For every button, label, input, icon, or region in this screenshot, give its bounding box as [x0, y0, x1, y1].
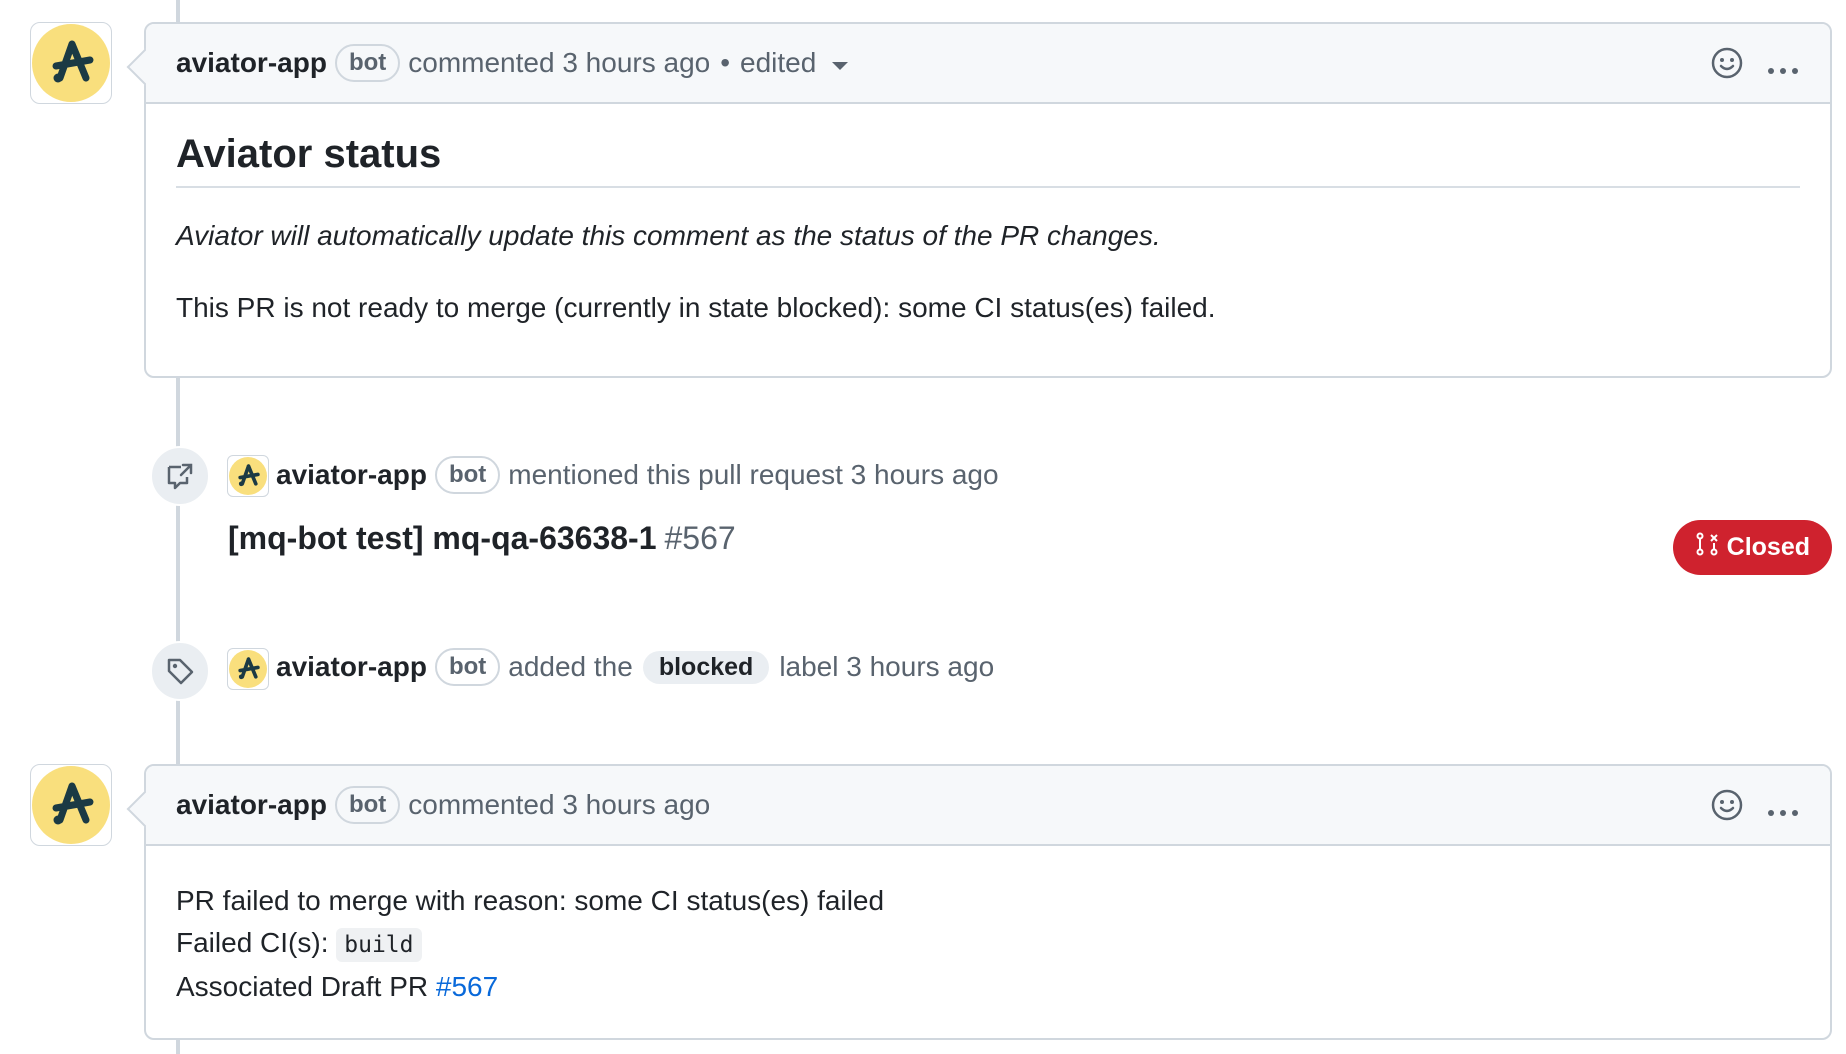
comment-card: aviator-app bot commented 3 hours ago • …	[144, 22, 1832, 378]
draft-pr-link[interactable]: #567	[436, 971, 498, 1002]
tag-icon	[150, 641, 210, 701]
ci-code: build	[336, 928, 422, 962]
bot-badge: bot	[334, 44, 401, 82]
comment-heading: Aviator status	[176, 134, 1800, 188]
comment-body: Aviator status Aviator will automaticall…	[146, 104, 1830, 356]
cross-reference-icon	[150, 446, 210, 506]
event-text-after: label 3 hours ago	[779, 651, 995, 682]
kebab-horizontal-icon[interactable]	[1766, 51, 1800, 83]
chevron-down-icon[interactable]	[832, 62, 849, 70]
comment-header: aviator-app bot commented 3 hours ago	[146, 766, 1830, 846]
failure-reason: PR failed to merge with reason: some CI …	[176, 885, 885, 916]
comment-timestamp[interactable]: commented 3 hours ago	[408, 47, 710, 79]
avatar[interactable]	[30, 22, 112, 104]
separator: •	[720, 47, 731, 78]
avatar[interactable]	[227, 648, 269, 690]
smiley-icon[interactable]	[1710, 46, 1744, 87]
comment-status: This PR is not ready to merge (currently…	[176, 292, 1216, 323]
aviator-logo-icon	[229, 457, 267, 495]
label-blocked[interactable]: blocked	[642, 650, 770, 684]
status-label: Closed	[1726, 533, 1810, 561]
comment-note: Aviator will automatically update this c…	[176, 220, 1161, 251]
draft-pr-label: Associated Draft PR	[176, 971, 429, 1002]
kebab-horizontal-icon[interactable]	[1766, 793, 1800, 825]
author-link[interactable]: aviator-app	[276, 651, 427, 683]
comment-card: aviator-app bot commented 3 hours ago PR…	[144, 764, 1832, 1040]
bot-badge: bot	[334, 786, 401, 824]
label-event: aviator-app bot added the blocked label …	[276, 648, 994, 686]
failed-ci-line: Failed CI(s): build	[176, 922, 1800, 966]
aviator-logo-icon	[32, 766, 110, 844]
aviator-logo-icon	[229, 650, 267, 688]
bot-badge: bot	[434, 648, 501, 686]
event-text-before: added the	[508, 651, 633, 682]
author-link[interactable]: aviator-app	[176, 47, 327, 79]
referenced-pr: [mq-bot test] mq-qa-63638-1 #567	[228, 520, 736, 557]
pr-title-link[interactable]: [mq-bot test] mq-qa-63638-1	[228, 520, 657, 557]
bot-badge: bot	[434, 456, 501, 494]
failed-ci-label: Failed CI(s):	[176, 927, 329, 958]
draft-pr-line: Associated Draft PR #567	[176, 966, 1800, 1008]
comment-body: PR failed to merge with reason: some CI …	[146, 846, 1830, 1038]
git-pull-request-closed-icon	[1695, 532, 1719, 563]
comment-timestamp[interactable]: commented 3 hours ago	[408, 789, 710, 821]
avatar[interactable]	[30, 764, 112, 846]
aviator-logo-icon	[32, 24, 110, 102]
comment-header: aviator-app bot commented 3 hours ago • …	[146, 24, 1830, 104]
pr-number[interactable]: #567	[665, 520, 736, 557]
event-text: mentioned this pull request 3 hours ago	[508, 459, 999, 490]
avatar[interactable]	[227, 455, 269, 497]
edited-dropdown[interactable]: edited	[740, 47, 816, 79]
mention-event: aviator-app bot mentioned this pull requ…	[276, 456, 999, 494]
author-link[interactable]: aviator-app	[276, 459, 427, 491]
status-badge: Closed	[1672, 520, 1832, 575]
author-link[interactable]: aviator-app	[176, 789, 327, 821]
smiley-icon[interactable]	[1710, 788, 1744, 829]
